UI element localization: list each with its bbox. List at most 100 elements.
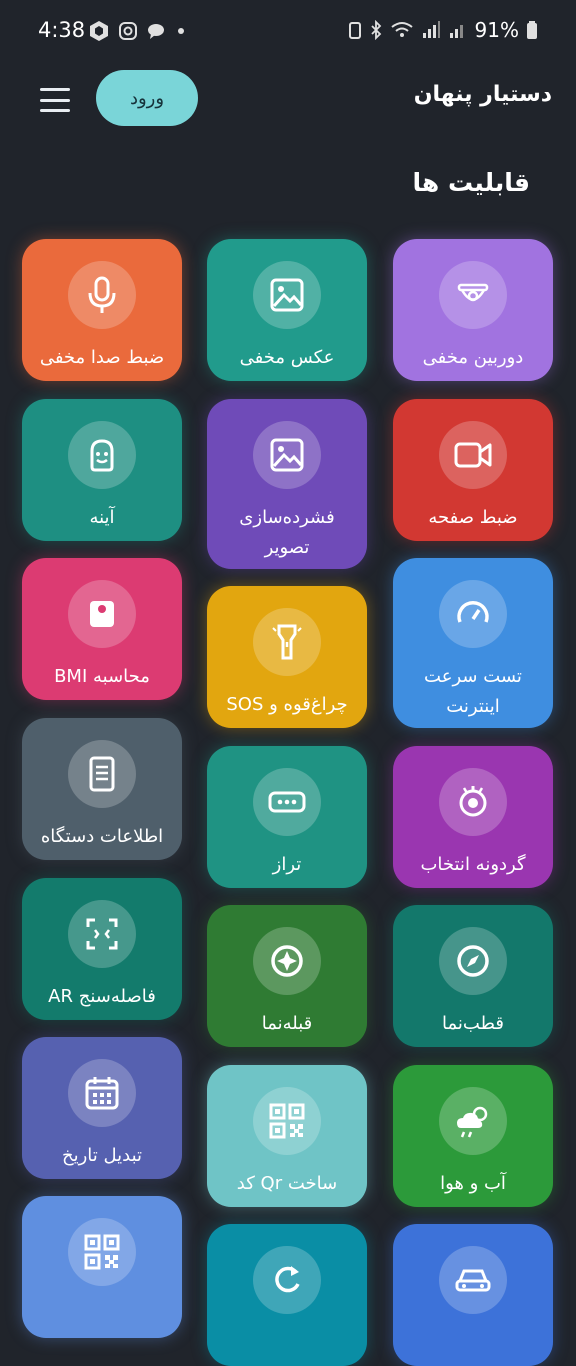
feature-tile[interactable]: ضبط صدا مخفی [22, 239, 182, 381]
tile-icon-circle [439, 421, 507, 489]
tile-label: آب و هوا [440, 1173, 506, 1194]
image-icon [268, 436, 306, 474]
tile-icon-circle [439, 927, 507, 995]
weather-icon [453, 1102, 493, 1140]
tile-icon-circle [439, 1087, 507, 1155]
security-camera-icon [453, 275, 493, 315]
feature-tile[interactable]: فاصله‌سنج AR [22, 878, 182, 1020]
app-title: دستیار پنهان [413, 82, 552, 107]
tile-label: تبدیل تاریخ [61, 1145, 143, 1166]
qibla-compass-icon [268, 942, 306, 980]
feature-tile[interactable]: قبله‌نما [207, 905, 367, 1047]
feature-tile[interactable] [393, 1224, 553, 1366]
tile-icon-circle [253, 421, 321, 489]
tile-icon-circle [253, 1246, 321, 1314]
feature-tile[interactable]: گردونه انتخاب [393, 746, 553, 888]
feature-tile[interactable]: آینه [22, 399, 182, 541]
feature-tile[interactable] [22, 1196, 182, 1338]
notification-app-icon [90, 21, 108, 41]
speedometer-icon [454, 595, 492, 633]
tile-icon-circle [68, 900, 136, 968]
tile-label: قبله‌نما [261, 1013, 313, 1034]
tile-label: فشرده‌سازی تصویر [239, 507, 335, 558]
tile-label: فاصله‌سنج AR [48, 986, 156, 1007]
hamburger-icon [40, 88, 70, 91]
tile-icon-circle [253, 927, 321, 995]
feature-tile[interactable]: تبدیل تاریخ [22, 1037, 182, 1179]
feature-tile[interactable] [207, 1224, 367, 1366]
bluetooth-icon [370, 20, 381, 40]
tile-icon-circle [253, 1087, 321, 1155]
level-icon [267, 787, 307, 817]
menu-button[interactable] [40, 88, 70, 112]
battery-percent: 91% [474, 18, 519, 42]
car-icon [454, 1263, 492, 1297]
tile-icon-circle [68, 1059, 136, 1127]
feature-tile[interactable]: محاسبه BMI [22, 558, 182, 700]
feature-tile[interactable]: آب و هوا [393, 1065, 553, 1207]
tile-icon-circle [439, 768, 507, 836]
section-title: قابلیت ها [412, 168, 530, 197]
tile-label: دوربین مخفی [422, 347, 524, 368]
tile-label: تست سرعت اینترنت [424, 666, 522, 717]
tile-icon-circle [439, 261, 507, 329]
feature-tile[interactable]: چراغ‌قوه و SOS [207, 586, 367, 728]
login-button[interactable]: ورود [96, 70, 198, 126]
feature-tile[interactable]: تست سرعت اینترنت [393, 558, 553, 728]
qr-code-icon [83, 1233, 121, 1271]
tile-icon-circle [253, 608, 321, 676]
image-icon [268, 276, 306, 314]
tile-label: محاسبه BMI [54, 666, 150, 687]
tile-label: اطلاعات دستگاه [40, 826, 164, 847]
qr-code-icon [268, 1102, 306, 1140]
tile-label: گردونه انتخاب [420, 854, 526, 875]
video-camera-icon [453, 439, 493, 471]
tile-label: تراز [272, 854, 302, 875]
tile-icon-circle [253, 261, 321, 329]
scan-frame-icon [84, 916, 120, 952]
status-bar: 4:38 91% [0, 0, 576, 64]
tile-label: آینه [89, 507, 115, 528]
refresh-icon [269, 1262, 305, 1298]
scale-icon [85, 597, 119, 631]
compass-icon [454, 942, 492, 980]
microphone-icon [84, 275, 120, 315]
signal-icon [422, 21, 440, 38]
tile-label: عکس مخفی [239, 347, 335, 368]
chat-icon [148, 24, 164, 39]
feature-tile[interactable]: دوربین مخفی [393, 239, 553, 381]
spinner-icon [454, 783, 492, 821]
tile-label: ضبط صفحه [428, 507, 518, 528]
wifi-icon [390, 22, 413, 37]
face-icon [86, 437, 118, 473]
tile-label: ضبط صدا مخفی [39, 347, 165, 368]
signal-icon-2 [449, 25, 463, 38]
document-icon [87, 755, 117, 793]
feature-tile[interactable]: فشرده‌سازی تصویر [207, 399, 367, 569]
battery-icon [527, 21, 537, 39]
tile-label: قطب‌نما [442, 1013, 504, 1034]
tile-label: ساخت Qr کد [236, 1173, 338, 1194]
tile-icon-circle [253, 768, 321, 836]
battery-saver-icon [348, 22, 361, 39]
tile-label: چراغ‌قوه و SOS [226, 694, 348, 715]
calendar-icon [84, 1074, 120, 1112]
tile-icon-circle [439, 1246, 507, 1314]
dot-icon [178, 28, 184, 34]
tile-icon-circle [439, 580, 507, 648]
feature-tile[interactable]: قطب‌نما [393, 905, 553, 1047]
instagram-icon [119, 22, 137, 40]
feature-tile[interactable]: ضبط صفحه [393, 399, 553, 541]
feature-tile[interactable]: ساخت Qr کد [207, 1065, 367, 1207]
feature-tile[interactable]: تراز [207, 746, 367, 888]
tile-icon-circle [68, 580, 136, 648]
flashlight-icon [270, 622, 304, 662]
tile-icon-circle [68, 1218, 136, 1286]
tile-icon-circle [68, 740, 136, 808]
feature-tile[interactable]: اطلاعات دستگاه [22, 718, 182, 860]
tile-icon-circle [68, 261, 136, 329]
status-time: 4:38 [38, 18, 86, 42]
app-bar: ورود دستیار پنهان [0, 64, 576, 136]
feature-tile[interactable]: عکس مخفی [207, 239, 367, 381]
tile-icon-circle [68, 421, 136, 489]
